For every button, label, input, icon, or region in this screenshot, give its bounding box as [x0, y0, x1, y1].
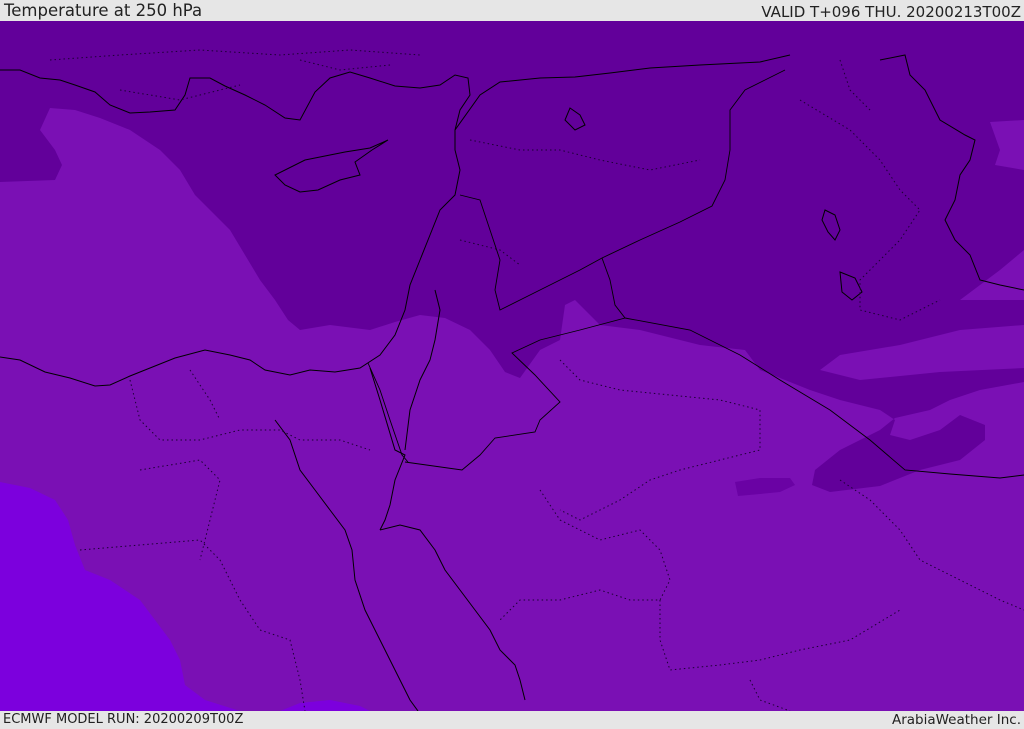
footer-bar: ECMWF MODEL RUN: 20200209T00Z ArabiaWeat… — [0, 711, 1024, 729]
credit-label: ArabiaWeather Inc. — [891, 712, 1021, 728]
map-title: Temperature at 250 hPa — [4, 1, 203, 20]
model-run-label: ECMWF MODEL RUN: 20200209T00Z — [3, 712, 244, 727]
temperature-map — [0, 21, 1024, 711]
valid-time-label: VALID T+096 THU. 20200213T00Z — [761, 3, 1021, 21]
header-bar: Temperature at 250 hPa VALID T+096 THU. … — [0, 0, 1024, 21]
